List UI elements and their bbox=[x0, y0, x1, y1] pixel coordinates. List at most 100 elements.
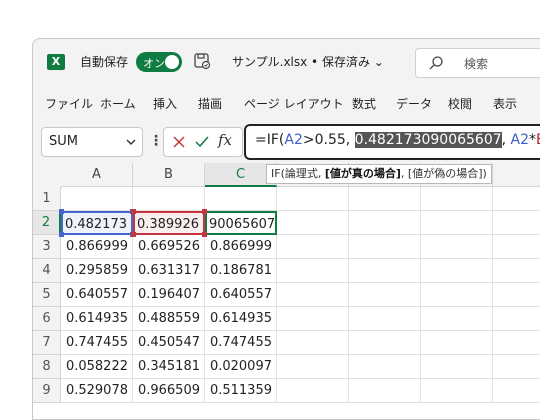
select-all-corner[interactable] bbox=[33, 163, 62, 188]
cell-c9[interactable]: 0.511359 bbox=[205, 379, 277, 403]
empty-cell[interactable] bbox=[493, 331, 540, 355]
cell-a7[interactable]: 0.747455 bbox=[61, 331, 133, 355]
formula-input[interactable]: =IF(A2>0.55, 0.482173090065607, A2*B2) bbox=[244, 124, 540, 160]
cell-a8[interactable]: 0.058222 bbox=[61, 355, 133, 379]
cell-c4[interactable]: 0.186781 bbox=[205, 259, 277, 283]
cell-a2[interactable]: 0.482173 bbox=[61, 211, 133, 235]
chevron-down-icon[interactable] bbox=[126, 138, 136, 146]
range-resize-handle[interactable] bbox=[202, 232, 207, 237]
range-resize-handle[interactable] bbox=[59, 209, 64, 214]
row-header[interactable]: 4 bbox=[33, 259, 61, 283]
row-header[interactable]: 1 bbox=[33, 187, 61, 211]
cell-a1[interactable] bbox=[61, 187, 133, 211]
column-header-a[interactable]: A bbox=[61, 163, 133, 187]
save-icon[interactable] bbox=[193, 52, 211, 70]
cell-a5[interactable]: 0.640557 bbox=[61, 283, 133, 307]
empty-cell[interactable] bbox=[421, 355, 493, 379]
tab-formulas[interactable]: 数式 bbox=[352, 95, 376, 112]
tab-review[interactable]: 校閲 bbox=[448, 95, 472, 112]
empty-cell[interactable] bbox=[349, 307, 421, 331]
tooltip-current-arg[interactable]: [値が真の場合] bbox=[325, 167, 401, 180]
tab-insert[interactable]: 挿入 bbox=[153, 95, 177, 112]
cell-b7[interactable]: 0.450547 bbox=[133, 331, 205, 355]
cell-b8[interactable]: 0.345181 bbox=[133, 355, 205, 379]
cell-b2[interactable]: 0.389926 bbox=[133, 211, 205, 235]
empty-cell[interactable] bbox=[349, 211, 421, 235]
row-header[interactable]: 6 bbox=[33, 307, 61, 331]
empty-cell[interactable] bbox=[421, 379, 493, 403]
empty-cell[interactable] bbox=[493, 259, 540, 283]
empty-cell[interactable] bbox=[277, 211, 349, 235]
empty-cell[interactable] bbox=[493, 187, 540, 211]
tab-home[interactable]: ホーム bbox=[100, 95, 136, 112]
autosave-toggle[interactable]: オン bbox=[136, 52, 182, 72]
cell-b9[interactable]: 0.966509 bbox=[133, 379, 205, 403]
row-header[interactable]: 5 bbox=[33, 283, 61, 307]
tab-file[interactable]: ファイル bbox=[45, 95, 93, 112]
empty-cell[interactable] bbox=[277, 187, 349, 211]
check-icon[interactable] bbox=[194, 134, 210, 150]
cell-c5[interactable]: 0.640557 bbox=[205, 283, 277, 307]
empty-cell[interactable] bbox=[349, 379, 421, 403]
column-header-b[interactable]: B bbox=[133, 163, 205, 187]
row-header[interactable]: 2 bbox=[33, 211, 61, 235]
tab-page-layout[interactable]: ページ レイアウト bbox=[244, 95, 344, 112]
empty-cell[interactable] bbox=[277, 283, 349, 307]
empty-cell[interactable] bbox=[277, 331, 349, 355]
empty-cell[interactable] bbox=[349, 259, 421, 283]
empty-cell[interactable] bbox=[493, 211, 540, 235]
cell-a3[interactable]: 0.866999 bbox=[61, 235, 133, 259]
cell-b6[interactable]: 0.488559 bbox=[133, 307, 205, 331]
empty-cell[interactable] bbox=[349, 283, 421, 307]
tab-view[interactable]: 表示 bbox=[493, 95, 517, 112]
row-header[interactable]: 3 bbox=[33, 235, 61, 259]
cell-b1[interactable] bbox=[133, 187, 205, 211]
empty-cell[interactable] bbox=[421, 235, 493, 259]
cell-c6[interactable]: 0.614935 bbox=[205, 307, 277, 331]
range-resize-handle[interactable] bbox=[131, 232, 136, 237]
empty-cell[interactable] bbox=[277, 307, 349, 331]
more-options-icon[interactable]: ⋮ bbox=[149, 133, 163, 149]
empty-cell[interactable] bbox=[421, 259, 493, 283]
cell-a6[interactable]: 0.614935 bbox=[61, 307, 133, 331]
range-resize-handle[interactable] bbox=[59, 232, 64, 237]
empty-cell[interactable] bbox=[349, 331, 421, 355]
empty-cell[interactable] bbox=[493, 355, 540, 379]
cell-b4[interactable]: 0.631317 bbox=[133, 259, 205, 283]
empty-cell[interactable] bbox=[349, 235, 421, 259]
cell-c3[interactable]: 0.866999 bbox=[205, 235, 277, 259]
empty-cell[interactable] bbox=[349, 355, 421, 379]
cell-a9[interactable]: 0.529078 bbox=[61, 379, 133, 403]
cell-b5[interactable]: 0.196407 bbox=[133, 283, 205, 307]
cell-c2[interactable]: 90065607, bbox=[205, 211, 277, 235]
empty-cell[interactable] bbox=[421, 331, 493, 355]
range-resize-handle[interactable] bbox=[131, 209, 136, 214]
cell-a4[interactable]: 0.295859 bbox=[61, 259, 133, 283]
cell-c7[interactable]: 0.747455 bbox=[205, 331, 277, 355]
cancel-icon[interactable] bbox=[172, 135, 186, 149]
cell-b3[interactable]: 0.669526 bbox=[133, 235, 205, 259]
empty-cell[interactable] bbox=[493, 235, 540, 259]
empty-cell[interactable] bbox=[277, 379, 349, 403]
row-header[interactable]: 8 bbox=[33, 355, 61, 379]
empty-cell[interactable] bbox=[421, 307, 493, 331]
search-input[interactable]: 検索 bbox=[415, 48, 540, 78]
empty-cell[interactable] bbox=[277, 259, 349, 283]
empty-cell[interactable] bbox=[493, 379, 540, 403]
empty-cell[interactable] bbox=[493, 283, 540, 307]
insert-function-icon[interactable]: fx bbox=[218, 131, 232, 149]
empty-cell[interactable] bbox=[421, 211, 493, 235]
column-header-g[interactable] bbox=[493, 163, 540, 187]
tab-data[interactable]: データ bbox=[396, 95, 432, 112]
name-box[interactable]: SUM bbox=[41, 127, 143, 157]
empty-cell[interactable] bbox=[421, 283, 493, 307]
row-header[interactable]: 7 bbox=[33, 331, 61, 355]
document-title[interactable]: サンプル.xlsx • 保存済み ⌄ bbox=[232, 53, 384, 70]
cell-c8[interactable]: 0.020097 bbox=[205, 355, 277, 379]
empty-cell[interactable] bbox=[421, 187, 493, 211]
range-resize-handle[interactable] bbox=[202, 209, 207, 214]
cell-c1[interactable] bbox=[205, 187, 277, 211]
row-header[interactable]: 9 bbox=[33, 379, 61, 403]
empty-cell[interactable] bbox=[349, 187, 421, 211]
empty-cell[interactable] bbox=[493, 307, 540, 331]
